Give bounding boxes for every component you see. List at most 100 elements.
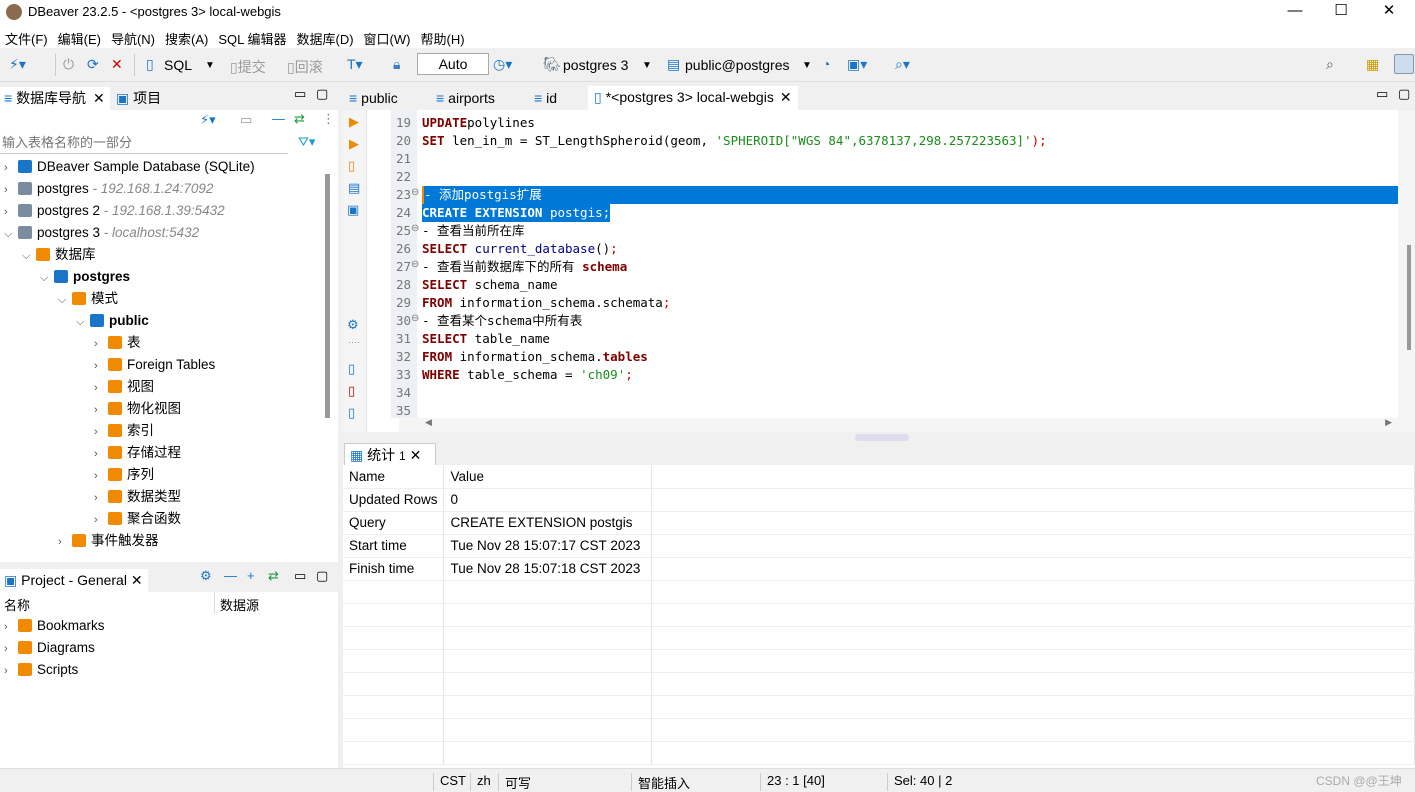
link-icon[interactable]: ⇄: [268, 568, 279, 584]
chevron-right-icon[interactable]: ›: [4, 201, 18, 223]
tree-node[interactable]: ⌵ public: [76, 310, 149, 332]
code-line[interactable]: - 查看当前数据库下的所有 schema: [422, 258, 627, 276]
disconnect-icon[interactable]: ⏻: [63, 56, 74, 73]
table-cell[interactable]: Query: [343, 511, 445, 535]
fold-toggle-icon[interactable]: ⊖: [411, 223, 419, 234]
minimize-panel-icon[interactable]: ▭: [294, 86, 306, 102]
tree-node[interactable]: ⌵ postgres 3 - localhost:5432: [4, 222, 199, 244]
tab-statistics[interactable]: ▦ 统计 1 ✕: [344, 443, 436, 465]
tree-node[interactable]: › 序列: [94, 464, 154, 486]
chevron-right-icon[interactable]: ›: [4, 616, 18, 638]
tab-project-general[interactable]: ▣ Project - General ✕: [0, 569, 148, 593]
sql-editor[interactable]: ▶ ▶ ▯ ▤ ▣ ⚙ ···· ▯ ▯ ▯ 19 UPDATEpolylines…: [343, 110, 1398, 432]
tab-database-navigator[interactable]: ≡ 数据库导航 ✕: [0, 87, 110, 111]
chevron-right-icon[interactable]: ›: [94, 355, 108, 377]
minimize-editor-icon[interactable]: ▭: [1376, 86, 1388, 102]
more-options-icon[interactable]: ⋮: [322, 111, 335, 127]
splitter-handle[interactable]: [855, 434, 909, 441]
code-line[interactable]: FROM information_schema.schemata;: [422, 294, 670, 312]
chevron-right-icon[interactable]: ›: [4, 179, 18, 201]
close-icon[interactable]: ✕: [131, 572, 143, 588]
editor-tab[interactable]: ≡ id: [528, 87, 563, 111]
tree-node[interactable]: › 表: [94, 332, 141, 354]
table-cell[interactable]: Finish time: [343, 557, 445, 581]
new-folder-icon[interactable]: ▭: [240, 112, 252, 128]
global-search-icon[interactable]: ⌕: [1326, 56, 1334, 73]
chevron-down-icon[interactable]: ⌵: [58, 289, 72, 311]
menu-item[interactable]: 搜索(A): [160, 26, 208, 48]
fold-toggle-icon[interactable]: ⊖: [411, 313, 419, 324]
format-icon[interactable]: ▯: [348, 405, 355, 421]
auto-commit-toggle[interactable]: Auto: [417, 53, 489, 75]
code-line[interactable]: WHERE table_schema = 'ch09';: [422, 366, 633, 384]
dbeaver-perspective-icon[interactable]: [1394, 54, 1414, 74]
tree-node[interactable]: › Foreign Tables: [94, 354, 215, 376]
column-header[interactable]: Name: [343, 465, 445, 489]
active-connection-selector[interactable]: postgres 3: [563, 57, 628, 73]
disconnect-all-icon[interactable]: ✕: [111, 56, 123, 73]
terminal-icon[interactable]: ▣: [347, 202, 359, 218]
code-line[interactable]: - 查看当前所在库: [422, 222, 525, 240]
rollback-button[interactable]: ▯回滚: [287, 57, 323, 77]
tree-node[interactable]: › 索引: [94, 420, 154, 442]
script-error-icon[interactable]: ▯: [348, 383, 355, 399]
menu-item[interactable]: 窗口(W): [359, 26, 411, 48]
new-connection-icon[interactable]: ⚡▾: [9, 56, 26, 73]
settings-icon[interactable]: ⚙: [347, 317, 359, 333]
execute-new-tab-icon[interactable]: ▶: [349, 136, 359, 152]
chevron-right-icon[interactable]: ›: [94, 443, 108, 465]
close-icon[interactable]: ✕: [93, 90, 105, 106]
tree-node[interactable]: ⌵ 模式: [58, 288, 118, 310]
column-header[interactable]: Value: [443, 465, 653, 489]
chevron-right-icon[interactable]: ›: [58, 531, 72, 553]
sql-button[interactable]: SQL: [164, 57, 192, 73]
table-cell[interactable]: CREATE EXTENSION postgis: [443, 511, 653, 535]
project-item[interactable]: › Bookmarks: [4, 615, 105, 637]
chevron-right-icon[interactable]: ›: [94, 399, 108, 421]
chevron-down-icon[interactable]: ⌵: [22, 245, 36, 267]
menu-item[interactable]: 文件(F): [0, 26, 48, 48]
minimize-button[interactable]: —: [1272, 0, 1318, 24]
chevron-down-icon[interactable]: ⌵: [76, 311, 90, 333]
maximize-panel-icon[interactable]: ▢: [316, 86, 328, 102]
more-icon[interactable]: ····: [348, 337, 360, 347]
column-header-name[interactable]: 名称: [4, 595, 30, 614]
table-cell[interactable]: Tue Nov 28 15:07:18 CST 2023: [443, 557, 653, 581]
search-icon[interactable]: ⌕▾: [895, 56, 910, 73]
editor-tab[interactable]: ≡ airports: [430, 87, 501, 111]
table-row[interactable]: Query CREATE EXTENSION postgis: [343, 511, 1415, 535]
reconnect-icon[interactable]: ⟳: [87, 56, 99, 73]
menu-item[interactable]: 编辑(E): [53, 26, 101, 48]
chevron-right-icon[interactable]: ›: [94, 421, 108, 443]
table-row[interactable]: Updated Rows 0: [343, 488, 1415, 512]
collapse-icon[interactable]: —: [224, 568, 237, 583]
filter-icon[interactable]: ⛛▾: [298, 134, 315, 150]
code-line[interactable]: - 添加postgis扩展: [422, 186, 1398, 204]
commit-button[interactable]: ▯提交: [230, 57, 266, 77]
menu-item[interactable]: 帮助(H): [415, 26, 464, 48]
chevron-down-icon[interactable]: ⌵: [40, 267, 54, 289]
execute-script-icon[interactable]: ▯: [348, 158, 355, 174]
tree-node[interactable]: ⌵ 数据库: [22, 244, 96, 266]
chevron-right-icon[interactable]: ›: [94, 487, 108, 509]
dashboard-icon[interactable]: ◔: [822, 56, 830, 72]
fold-toggle-icon[interactable]: ⊖: [411, 187, 419, 198]
code-line[interactable]: UPDATEpolylines: [422, 114, 535, 132]
table-row[interactable]: Start time Tue Nov 28 15:07:17 CST 2023: [343, 534, 1415, 558]
code-line[interactable]: SELECT table_name: [422, 330, 550, 348]
tools-icon[interactable]: ▣▾: [847, 56, 867, 73]
project-item[interactable]: › Diagrams: [4, 637, 95, 659]
editor-tab[interactable]: ▯ *<postgres 3> local-webgis ✕: [588, 86, 798, 111]
chevron-right-icon[interactable]: ›: [4, 660, 18, 682]
execute-statement-icon[interactable]: ▶: [349, 114, 359, 130]
close-icon[interactable]: ✕: [780, 89, 792, 105]
table-cell[interactable]: Tue Nov 28 15:07:17 CST 2023: [443, 534, 653, 558]
tree-node[interactable]: ⌵ postgres: [40, 266, 130, 288]
code-line[interactable]: FROM information_schema.tables: [422, 348, 648, 366]
tree-node[interactable]: › postgres - 192.168.1.24:7092: [4, 178, 213, 200]
transaction-mode-icon[interactable]: T▾: [347, 56, 363, 73]
table-filter-input[interactable]: [0, 132, 288, 154]
tree-node[interactable]: › 视图: [94, 376, 154, 398]
link-with-editor-icon[interactable]: ⇄: [294, 111, 305, 127]
code-line[interactable]: CREATE EXTENSION postgis;: [422, 204, 611, 222]
